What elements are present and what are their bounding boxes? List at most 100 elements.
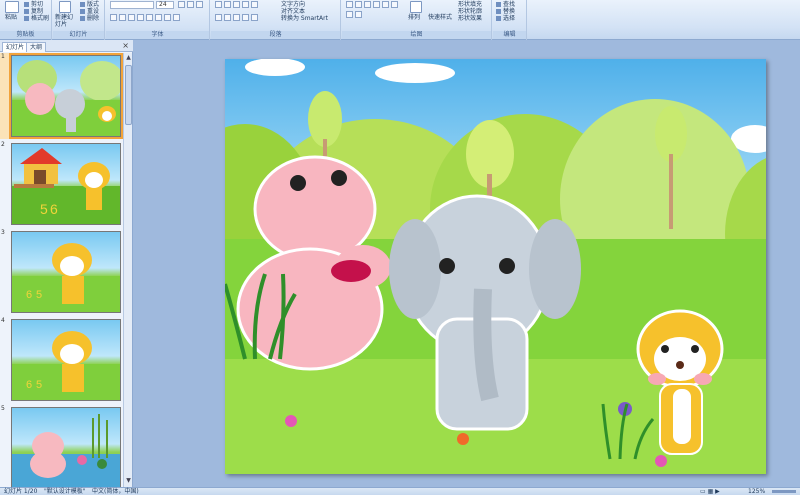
shadow-icon[interactable] (146, 14, 153, 21)
shape-fill-button[interactable]: 形状填充 (458, 1, 482, 8)
scrollbar-thumb[interactable] (125, 65, 132, 125)
tab-outline[interactable]: 大纲 (26, 42, 47, 52)
layout-icon (80, 2, 85, 7)
columns-icon[interactable] (251, 14, 258, 21)
find-button[interactable]: 查找 (496, 1, 515, 8)
arrange-icon[interactable] (410, 1, 422, 13)
font-size-box[interactable]: 24 (156, 1, 174, 9)
new-slide-button[interactable]: 新建幻灯片 (55, 14, 77, 28)
thumbnail-list: 1 2 5 6 3 6 5 4 6 5 5 (0, 53, 124, 487)
font-color-icon[interactable] (173, 14, 180, 21)
rectangle-shape-icon[interactable] (346, 1, 353, 8)
zoom-slider[interactable] (772, 490, 796, 493)
theme-name[interactable]: "默认设计模板" (44, 488, 86, 495)
slides-group-label: 幻灯片 (53, 31, 104, 39)
select-button[interactable]: 选择 (496, 15, 515, 22)
slide-thumbnail-3[interactable]: 3 6 5 (0, 229, 124, 315)
align-right-icon[interactable] (233, 14, 240, 21)
drawing-group: 排列 快速样式 形状填充 形状轮廓 形状效果 绘图 (342, 0, 492, 40)
replace-button[interactable]: 替换 (496, 8, 515, 15)
slide-number: 1 (1, 53, 5, 60)
bold-icon[interactable] (110, 14, 117, 21)
callout-shape-icon[interactable] (346, 11, 353, 18)
current-slide[interactable] (225, 59, 766, 474)
slide-thumbnail-image (9, 53, 123, 139)
paste-button[interactable]: 粘贴 (5, 14, 17, 21)
shape-effects-button[interactable]: 形状效果 (458, 15, 482, 22)
copy-button[interactable]: 复制 (24, 8, 43, 15)
bullets-icon[interactable] (215, 1, 222, 8)
paragraph-group-label: 段落 (211, 31, 340, 39)
copy-icon (24, 9, 29, 14)
scroll-up-icon[interactable]: ▲ (125, 54, 132, 63)
align-left-icon[interactable] (215, 14, 222, 21)
numbering-icon[interactable] (224, 1, 231, 8)
view-buttons[interactable]: ▭ ▦ ▶ (700, 488, 720, 495)
slide-counter: 幻灯片 1/20 (4, 488, 38, 495)
format-painter-button[interactable]: 格式刷 (24, 15, 49, 22)
line-shape-icon[interactable] (364, 1, 371, 8)
shrink-font-icon[interactable] (187, 1, 194, 8)
underline-icon[interactable] (128, 14, 135, 21)
arrow-shape-icon[interactable] (373, 1, 380, 8)
close-icon[interactable]: × (122, 41, 129, 50)
case-icon[interactable] (164, 14, 171, 21)
scissors-icon (24, 2, 29, 7)
align-text-button[interactable]: 对齐文本 (281, 8, 305, 15)
layout-button[interactable]: 版式 (80, 1, 99, 8)
slide-number: 5 (1, 405, 5, 412)
tab-slides[interactable]: 幻灯片 (2, 42, 29, 52)
language-indicator[interactable]: 中文(简体，中国) (92, 488, 139, 495)
font-name-box[interactable] (110, 1, 154, 9)
paste-icon[interactable] (5, 1, 19, 13)
svg-text:6: 6 (26, 379, 32, 391)
star-shape-icon[interactable] (391, 1, 398, 8)
new-slide-icon[interactable] (59, 1, 71, 13)
spacing-icon[interactable] (155, 14, 162, 21)
reset-button[interactable]: 重设 (80, 8, 99, 15)
slides-panel: 幻灯片 大纲 × 1 2 5 6 3 6 5 4 6 5 5 ▲ ▼ (0, 40, 133, 487)
strikethrough-icon[interactable] (137, 14, 144, 21)
shape-outline-button[interactable]: 形状轮廓 (458, 8, 482, 15)
ribbon: 粘贴 剪切 复制 格式刷 剪贴板 新建幻灯片 版式 重设 删除 幻灯片 24 字… (0, 0, 800, 40)
slide-thumbnail-1[interactable]: 1 (0, 53, 124, 139)
slide-number: 4 (1, 317, 5, 324)
smartart-button[interactable]: 转换为 SmartArt (281, 15, 328, 22)
slide-thumbnail-2[interactable]: 2 5 6 (0, 141, 124, 227)
font-group-label: 字体 (106, 31, 209, 39)
arrange-button[interactable]: 排列 (408, 14, 420, 21)
align-center-icon[interactable] (224, 14, 231, 21)
grow-font-icon[interactable] (178, 1, 185, 8)
decrease-indent-icon[interactable] (233, 1, 240, 8)
slide-thumbnail-5[interactable]: 5 (0, 405, 124, 487)
clear-format-icon[interactable] (196, 1, 203, 8)
zoom-level[interactable]: 125% (748, 488, 765, 495)
replace-icon (496, 9, 501, 14)
increase-indent-icon[interactable] (242, 1, 249, 8)
font-size-row (178, 1, 205, 10)
reset-icon (80, 9, 85, 14)
brace-shape-icon[interactable] (355, 11, 362, 18)
thumbnail-scrollbar[interactable]: ▲ ▼ (123, 53, 132, 487)
quick-styles-button[interactable]: 快速样式 (428, 14, 452, 21)
scroll-down-icon[interactable]: ▼ (125, 477, 132, 486)
svg-text:5: 5 (36, 379, 42, 391)
justify-icon[interactable] (242, 14, 249, 21)
status-bar: 幻灯片 1/20 "默认设计模板" 中文(简体，中国) ▭ ▦ ▶ 125% (0, 487, 800, 495)
slide-number: 3 (1, 229, 5, 236)
shapes-gallery[interactable] (346, 1, 406, 21)
slide-thumbnail-image: 6 5 (11, 231, 121, 313)
drawing-group-label: 绘图 (342, 31, 491, 39)
italic-icon[interactable] (119, 14, 126, 21)
slide-thumbnail-image: 5 6 (11, 143, 121, 225)
delete-button[interactable]: 删除 (80, 15, 99, 22)
triangle-shape-icon[interactable] (382, 1, 389, 8)
clipboard-group: 粘贴 剪切 复制 格式刷 剪贴板 (0, 0, 52, 40)
text-direction-button[interactable]: 文字方向 (281, 1, 305, 8)
oval-shape-icon[interactable] (355, 1, 362, 8)
cut-button[interactable]: 剪切 (24, 1, 43, 8)
align-row (215, 14, 260, 23)
slide-thumbnail-4[interactable]: 4 6 5 (0, 317, 124, 403)
slide-thumbnail-image (11, 407, 121, 487)
line-spacing-icon[interactable] (251, 1, 258, 8)
